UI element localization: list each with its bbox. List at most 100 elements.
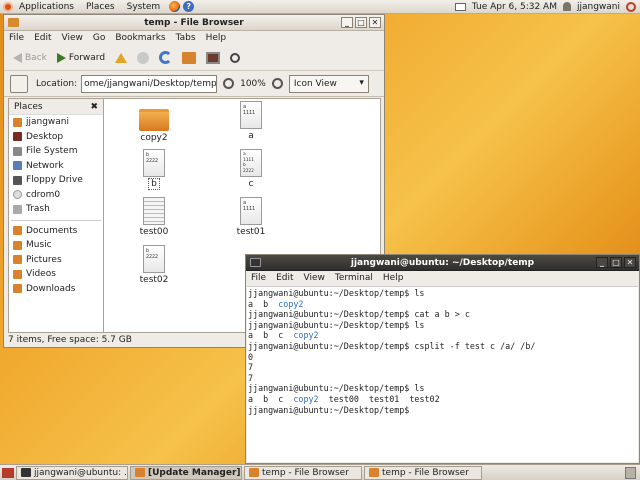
power-icon[interactable] [626,1,636,12]
show-desktop-icon[interactable] [2,467,14,478]
menu-edit[interactable]: Edit [29,33,56,43]
close-sidebar-icon[interactable]: ✖ [90,102,98,112]
trash-icon[interactable] [625,466,636,479]
file-item[interactable]: a 1111 a [221,101,281,141]
location-label: Location: [36,78,78,89]
sidebar-item-videos[interactable]: Videos [9,267,103,282]
terminal-line: 7 [248,373,637,384]
sidebar-item-desktop[interactable]: Desktop [9,130,103,145]
terminal-output[interactable]: jjangwani@ubuntu:~/Desktop/temp$ ls a b c… [247,286,638,462]
user-icon [562,2,571,11]
sidebar-item-floppy[interactable]: Floppy Drive [9,173,103,188]
minimize-button[interactable]: _ [596,257,608,268]
terminal-line: jjangwani@ubuntu:~/Desktop/temp$ csplit … [248,341,637,352]
menu-file[interactable]: File [246,273,271,283]
edit-location-icon[interactable] [10,74,28,93]
ubuntu-logo-icon[interactable] [3,1,13,12]
text-file-icon: b 2222 [143,245,165,273]
terminal-line: jjangwani@ubuntu:~/Desktop/temp$ [248,405,637,416]
cdrom-icon [13,190,22,200]
sidebar-item-network[interactable]: Network [9,159,103,174]
reload-button[interactable] [156,49,175,66]
maximize-button[interactable]: □ [610,257,622,268]
menu-help[interactable]: Help [378,273,409,283]
computer-button[interactable] [203,50,223,66]
sidebar-item-label: Downloads [26,283,76,294]
up-arrow-icon [115,52,128,63]
desktop-icon [13,132,22,142]
sidebar-item-music[interactable]: Music [9,238,103,253]
folder-icon [13,226,22,236]
task-file-browser-1[interactable]: temp - File Browser [244,465,362,480]
file-item[interactable]: b 2222 test02 [124,245,184,285]
file-item[interactable]: a 1111 test01 [221,197,281,237]
search-button[interactable] [227,51,243,65]
bottom-panel: jjangwani@ubuntu: ... [Update Manager] t… [0,464,640,480]
text-file-icon [143,197,165,225]
terminal-icon [21,468,31,477]
maximize-button[interactable]: □ [355,17,367,28]
up-button[interactable] [112,51,130,65]
menu-edit[interactable]: Edit [271,273,298,283]
sidebar-header[interactable]: Places ✖ [9,99,103,115]
menu-go[interactable]: Go [88,33,110,43]
home-icon [182,51,197,64]
sidebar-item-cdrom[interactable]: cdrom0 [9,188,103,203]
file-browser-titlebar[interactable]: temp - File Browser _ □ ✕ [4,15,384,31]
file-item[interactable]: copy2 [124,105,184,143]
system-menu[interactable]: System [121,2,167,12]
file-item[interactable]: test00 [124,197,184,237]
task-label: jjangwani@ubuntu: ... [34,467,128,478]
menu-tabs[interactable]: Tabs [171,33,201,43]
sidebar-item-pictures[interactable]: Pictures [9,253,103,268]
user-name[interactable]: jjangwani [577,2,620,12]
minimize-button[interactable]: _ [341,17,353,28]
task-update-manager[interactable]: [Update Manager] [130,465,242,480]
zoom-in-icon[interactable] [271,78,283,89]
menu-help[interactable]: Help [201,33,232,43]
folder-icon [13,255,22,265]
task-terminal[interactable]: jjangwani@ubuntu: ... [16,465,128,480]
places-menu[interactable]: Places [80,2,121,12]
menu-terminal[interactable]: Terminal [330,273,378,283]
sidebar-item-downloads[interactable]: Downloads [9,282,103,297]
file-browser-toolbar: Back Forward [4,45,384,71]
mail-icon[interactable] [454,2,466,11]
places-sidebar: Places ✖ jjangwani Desktop File System N… [8,98,104,333]
close-button[interactable]: ✕ [369,17,381,28]
folder-icon [249,468,259,477]
task-file-browser-2[interactable]: temp - File Browser [364,465,482,480]
help-icon[interactable]: ? [183,1,195,12]
folder-icon [13,240,22,250]
view-mode-select[interactable]: Icon View [288,74,369,93]
file-name: c [248,179,254,189]
terminal-titlebar[interactable]: jjangwani@ubuntu: ~/Desktop/temp _ □ ✕ [246,255,639,271]
zoom-out-icon[interactable] [223,78,235,89]
forward-button[interactable]: Forward [54,51,108,65]
file-name: test01 [236,227,266,237]
sidebar-item-home[interactable]: jjangwani [9,115,103,130]
menu-view[interactable]: View [299,273,330,283]
stop-button[interactable] [134,50,152,66]
file-item[interactable]: a 1111 b 2222 c [221,149,281,189]
terminal-line: jjangwani@ubuntu:~/Desktop/temp$ ls [248,288,637,299]
menu-file[interactable]: File [4,33,29,43]
terminal-line: jjangwani@ubuntu:~/Desktop/temp$ cat a b… [248,309,637,320]
sidebar-item-trash[interactable]: Trash [9,202,103,217]
back-arrow-icon [13,52,22,63]
back-button[interactable]: Back [10,51,50,65]
file-item[interactable]: b 2222 b [124,149,184,190]
sidebar-item-label: Trash [26,204,50,215]
text-file-icon: a 1111 [240,197,262,225]
terminal-line: jjangwani@ubuntu:~/Desktop/temp$ ls [248,383,637,394]
applications-menu[interactable]: Applications [13,2,80,12]
menu-view[interactable]: View [57,33,88,43]
close-button[interactable]: ✕ [624,257,636,268]
menu-bookmarks[interactable]: Bookmarks [110,33,170,43]
sidebar-item-documents[interactable]: Documents [9,224,103,239]
home-button[interactable] [179,50,199,66]
clock[interactable]: Tue Apr 6, 5:32 AM [472,2,557,12]
firefox-icon[interactable] [169,1,181,12]
location-input[interactable]: ome/jjangwani/Desktop/temp [81,74,218,93]
sidebar-item-filesystem[interactable]: File System [9,144,103,159]
